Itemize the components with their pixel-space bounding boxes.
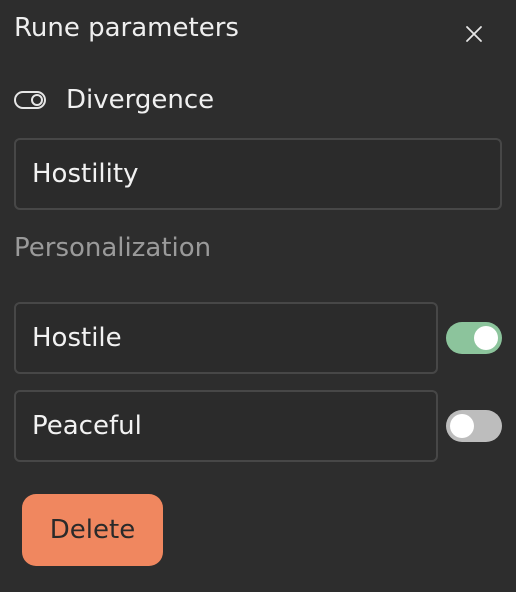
personalization-title: Personalization: [14, 233, 212, 263]
rune-header: Divergence: [14, 82, 214, 118]
toggle-outline-icon: [14, 88, 48, 112]
close-button[interactable]: [458, 18, 490, 50]
close-icon: [466, 26, 482, 42]
toggle-knob: [450, 414, 474, 438]
rune-value-input[interactable]: [14, 138, 502, 210]
option-hostile-input[interactable]: [14, 302, 438, 374]
option-peaceful-input[interactable]: [14, 390, 438, 462]
option-peaceful-toggle[interactable]: [446, 410, 502, 442]
rune-name: Divergence: [66, 85, 215, 115]
delete-button[interactable]: Delete: [22, 494, 163, 566]
panel-title: Rune parameters: [14, 13, 239, 43]
toggle-knob: [474, 326, 498, 350]
option-hostile-toggle[interactable]: [446, 322, 502, 354]
